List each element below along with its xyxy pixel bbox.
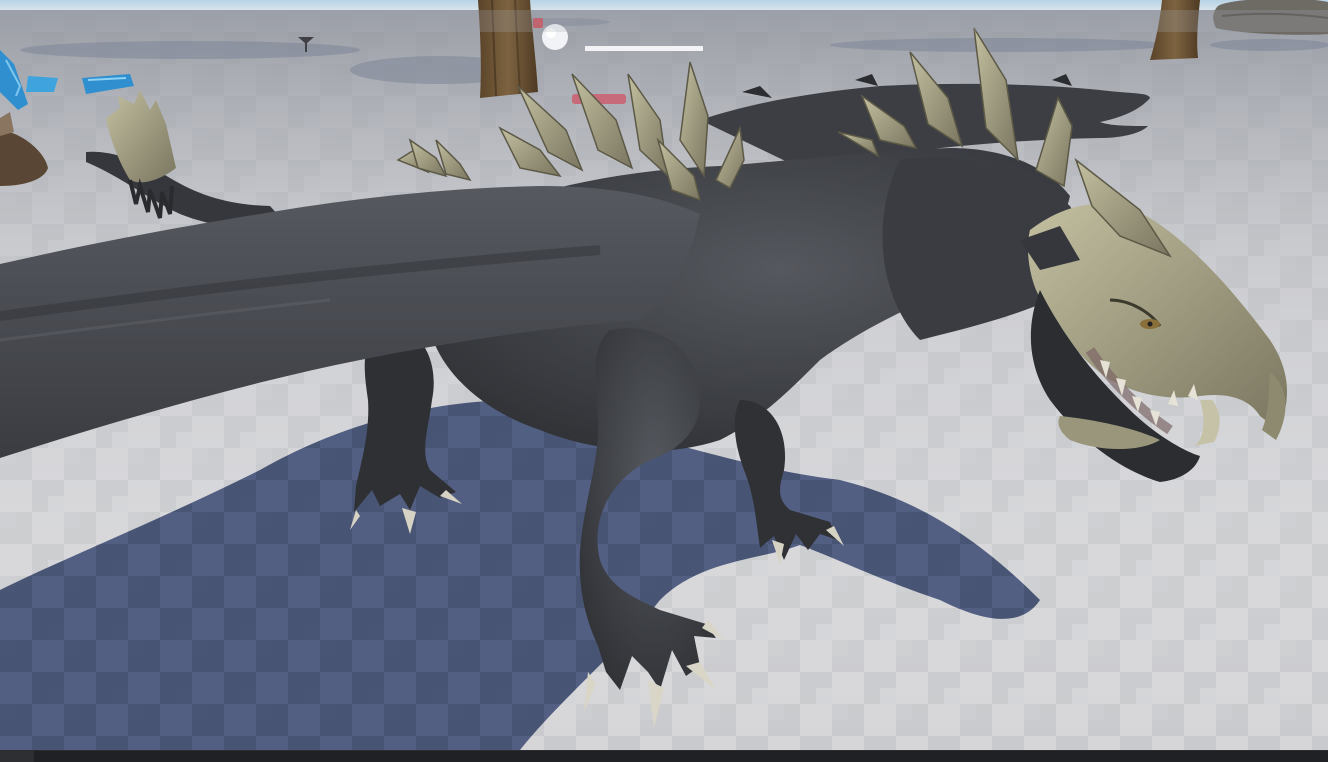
viewport-status-bar xyxy=(0,750,1328,762)
viewport-render[interactable] xyxy=(0,0,1328,761)
viewport-options-icon[interactable] xyxy=(0,751,34,762)
editor-viewport[interactable] xyxy=(0,0,1328,761)
distance-haze xyxy=(0,10,1328,32)
